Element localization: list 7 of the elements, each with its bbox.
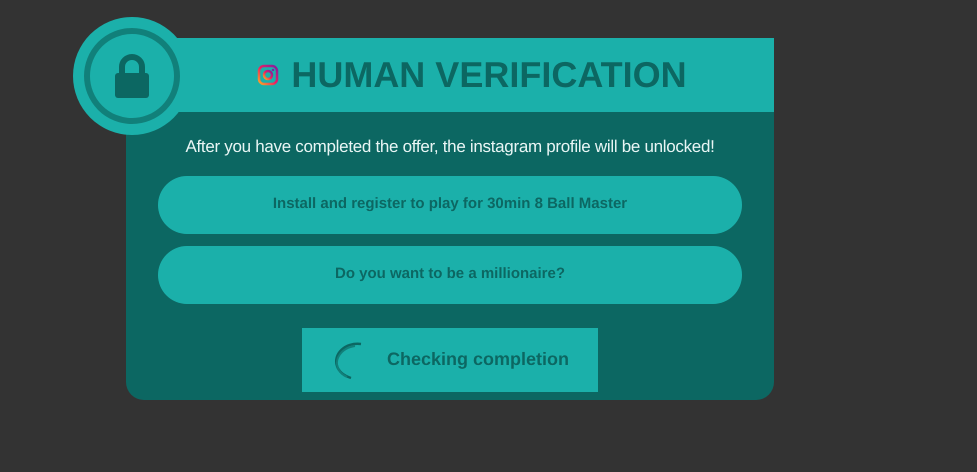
camera-icon — [257, 64, 280, 86]
offer-button[interactable]: Do you want to be a millionaire? — [158, 246, 742, 304]
window-title: HUMAN VERIFICATION — [291, 53, 687, 97]
instruction-text: After you have completed the offer, the instagram profile will be unlocked! — [185, 136, 715, 158]
offer-button[interactable]: Install and register to play for 30min 8 Ball Master — [158, 176, 742, 234]
status-text: Checking completion — [386, 348, 570, 371]
lock-icon — [113, 54, 151, 98]
